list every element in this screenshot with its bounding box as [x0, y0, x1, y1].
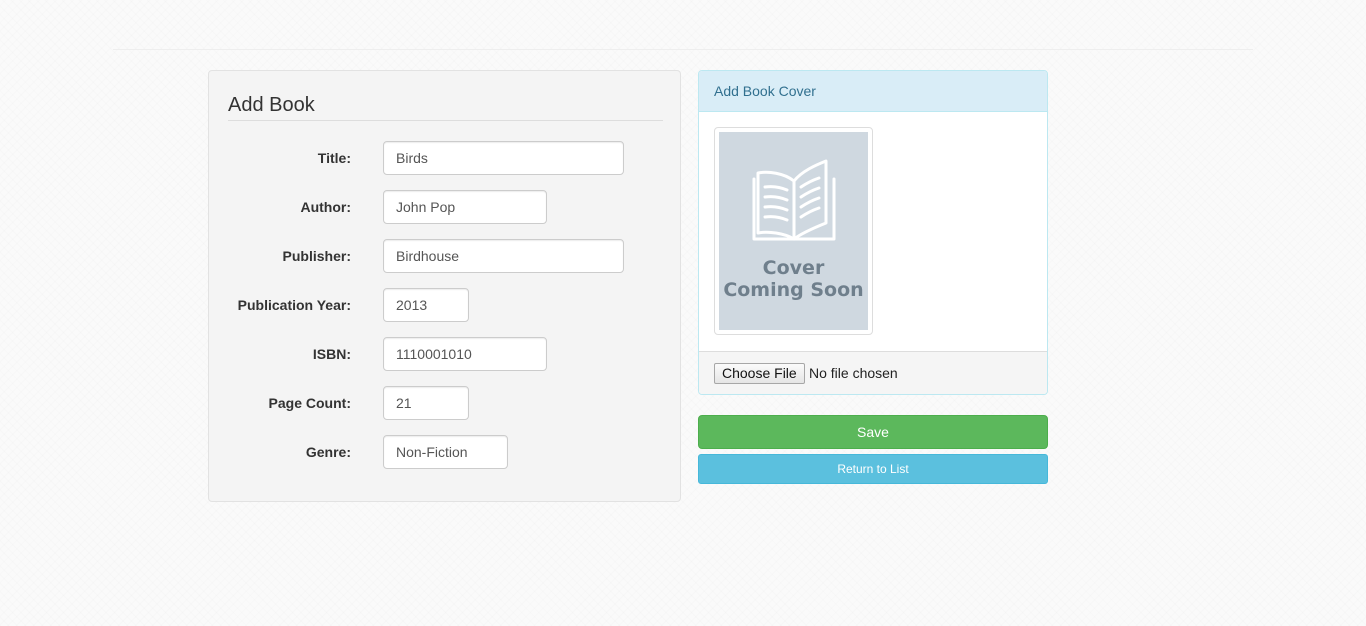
- author-row: Author:: [209, 190, 680, 224]
- publication-year-label: Publication Year:: [237, 297, 351, 313]
- genre-label: Genre:: [305, 444, 351, 460]
- publication-year-input[interactable]: [383, 288, 469, 322]
- choose-file-button[interactable]: Choose File: [714, 363, 805, 384]
- publication-year-row: Publication Year:: [209, 288, 680, 322]
- file-upload-footer: Choose File No file chosen: [699, 351, 1047, 394]
- title-label: Title:: [317, 150, 351, 166]
- isbn-label: ISBN:: [312, 346, 351, 362]
- title-row: Title:: [209, 141, 680, 175]
- cover-placeholder-image: Cover Coming Soon: [719, 132, 868, 330]
- author-input[interactable]: [383, 190, 547, 224]
- top-divider: [113, 49, 1253, 50]
- file-status-text: No file chosen: [809, 365, 898, 381]
- book-cover-panel: Add Book Cover Cover Coming Soon Choose …: [698, 70, 1048, 395]
- cover-panel-heading: Add Book Cover: [699, 71, 1047, 112]
- page-count-input[interactable]: [383, 386, 469, 420]
- save-button[interactable]: Save: [698, 415, 1048, 449]
- genre-input[interactable]: [383, 435, 508, 469]
- form-title: Add Book: [228, 94, 315, 116]
- return-to-list-button[interactable]: Return to List: [698, 454, 1048, 484]
- cover-thumbnail: Cover Coming Soon: [714, 127, 873, 335]
- publisher-row: Publisher:: [209, 239, 680, 273]
- publisher-label: Publisher:: [282, 248, 351, 264]
- publisher-input[interactable]: [383, 239, 624, 273]
- cover-placeholder-line2: Coming Soon: [723, 279, 864, 301]
- isbn-row: ISBN:: [209, 337, 680, 371]
- page-count-label: Page Count:: [268, 395, 351, 411]
- genre-row: Genre:: [209, 435, 680, 469]
- form-title-divider: [228, 120, 663, 121]
- open-book-icon: [752, 159, 836, 241]
- author-label: Author:: [300, 199, 351, 215]
- page-count-row: Page Count:: [209, 386, 680, 420]
- title-input[interactable]: [383, 141, 624, 175]
- isbn-input[interactable]: [383, 337, 547, 371]
- add-book-form: Add Book Title: Author: Publisher: Publi…: [208, 70, 681, 502]
- cover-placeholder-line1: Cover: [762, 257, 825, 279]
